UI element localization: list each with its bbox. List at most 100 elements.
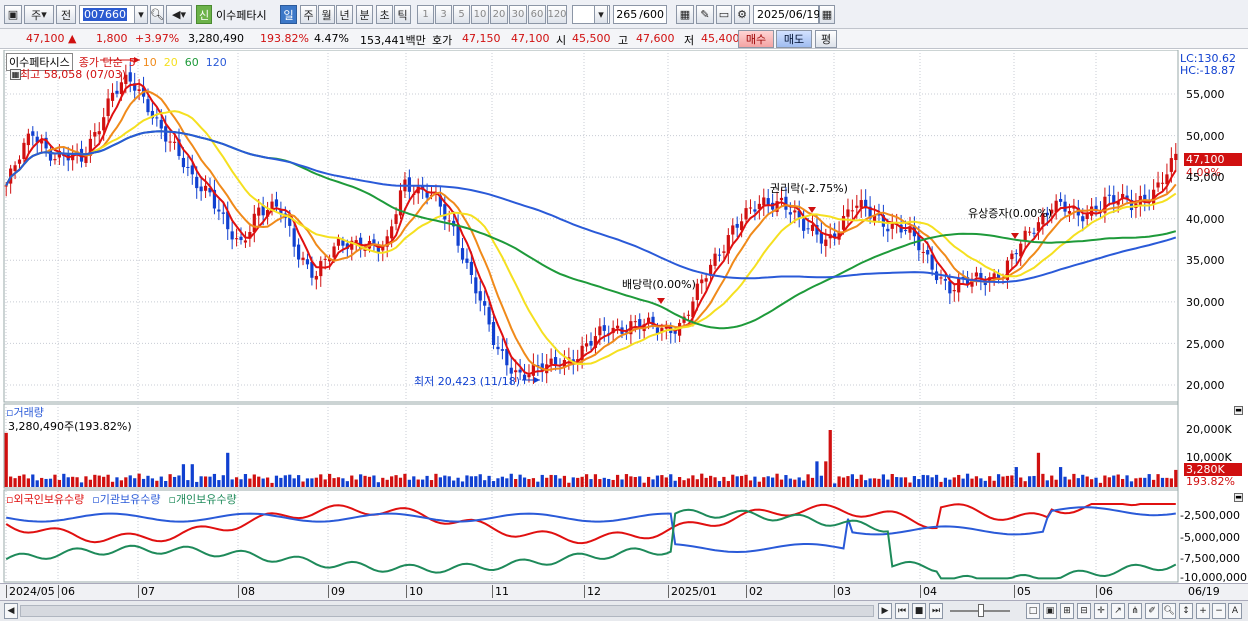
volume-bar-177 <box>788 478 792 487</box>
candle-body-162 <box>722 251 726 253</box>
holdings-legend-1: ▫기관보유수량 <box>92 493 161 506</box>
x-label-4: 09 <box>328 585 345 598</box>
volume-bar-36 <box>164 480 168 487</box>
layout3-icon[interactable]: ⊟ <box>1077 603 1091 619</box>
candle-body-2 <box>13 165 17 172</box>
scroll-left-icon[interactable]: ◀ <box>4 603 18 619</box>
buy-button[interactable]: 매수 <box>738 30 774 48</box>
volume-bar-130 <box>580 476 584 487</box>
period-6-button[interactable]: 틱 <box>394 5 411 24</box>
font-icon[interactable]: A <box>1228 603 1242 619</box>
candle-body-165 <box>735 223 739 228</box>
period-1-button[interactable]: 주 <box>300 5 317 24</box>
new-badge-label: 신 <box>198 8 210 22</box>
x-label-0: 2024/05 <box>6 585 55 598</box>
volume-bar-27 <box>124 477 128 487</box>
interval-dropdown-icon[interactable]: ▾ <box>594 5 608 24</box>
volume-bar-19 <box>88 479 93 487</box>
volume-bar-164 <box>731 474 735 487</box>
volume-bar-163 <box>726 481 730 487</box>
volume-bar-12 <box>57 479 61 487</box>
candle-body-91 <box>407 177 411 192</box>
eval-button[interactable]: 평 <box>815 30 837 48</box>
date-input[interactable]: 2025/06/19 <box>753 5 820 24</box>
sound-icon[interactable]: ◀▾ <box>166 5 192 24</box>
sell-button[interactable]: 매도 <box>776 30 812 48</box>
interval-30-button[interactable]: 30 <box>509 5 527 24</box>
code-input[interactable]: 007660 <box>79 5 135 24</box>
candle-body-43 <box>195 176 199 189</box>
minus-icon[interactable]: − <box>1212 603 1226 619</box>
holdings-panel-close-icon[interactable]: ▬ <box>1234 493 1243 502</box>
interval-20-button[interactable]: 20 <box>490 5 508 24</box>
candle-body-71 <box>319 261 323 277</box>
tool-icon[interactable]: ✎ <box>696 5 714 24</box>
zoom-out-icon[interactable]: ↕ <box>1179 603 1193 619</box>
volume-panel-close-icon[interactable]: ▬ <box>1234 406 1243 415</box>
scroll-track[interactable] <box>20 605 874 617</box>
code-dropdown-icon[interactable]: ▾ <box>134 5 148 24</box>
trend-icon[interactable]: ↗ <box>1111 603 1125 619</box>
interval-10-button[interactable]: 10 <box>471 5 489 24</box>
chart-type-icon[interactable]: ▦ <box>676 5 694 24</box>
volume-bar-143 <box>638 476 642 487</box>
count-input[interactable]: 265/600 <box>613 5 667 24</box>
period-5-button[interactable]: 초 <box>376 5 393 24</box>
period-2-button[interactable]: 월 <box>318 5 335 24</box>
search-icon[interactable]: 🔍︎ <box>150 5 164 24</box>
candle-body-264 <box>1174 153 1178 160</box>
zoom-in-icon[interactable]: □ <box>1026 603 1040 619</box>
period-4-button[interactable]: 분 <box>356 5 373 24</box>
calendar-icon[interactable]: ▦ <box>819 5 835 24</box>
volume-bar-213 <box>948 479 952 487</box>
fib-icon[interactable]: ⋔ <box>1128 603 1142 619</box>
prev-button[interactable]: 전 <box>56 5 76 24</box>
market-select[interactable]: 주 ▾ <box>24 5 54 24</box>
volume-bar-9 <box>44 478 48 487</box>
price-chart[interactable] <box>0 50 1248 602</box>
candle-body-180 <box>802 219 806 231</box>
volume-bar-113 <box>505 478 509 487</box>
buy-label: 매수 <box>745 33 767 46</box>
copy-icon[interactable]: ▣ <box>1043 603 1057 619</box>
volume-bar-86 <box>385 479 389 487</box>
layout2-icon[interactable]: ⊞ <box>1060 603 1074 619</box>
chart-area[interactable]: 이수페타시스 종가 단순 5 10 20 60 120 ▦ 최고 58,058 (07/… <box>0 50 1248 602</box>
x-label-5: 10 <box>406 585 423 598</box>
candle-body-200 <box>890 223 894 229</box>
first-icon[interactable]: ⏮ <box>895 603 909 619</box>
volume-bar-200 <box>890 473 894 487</box>
candle-body-184 <box>819 232 823 244</box>
volume-bar-4 <box>22 474 26 487</box>
draw-icon[interactable]: ✐ <box>1145 603 1159 619</box>
interval-120-button[interactable]: 120 <box>547 5 567 24</box>
interval-5-button[interactable]: 5 <box>453 5 470 24</box>
candle-body-30 <box>137 89 141 91</box>
zoom-slider[interactable] <box>950 604 1010 617</box>
save-icon[interactable]: ▭ <box>716 5 732 24</box>
crosshair-icon[interactable]: ✛ <box>1094 603 1108 619</box>
period-0-button[interactable]: 일 <box>280 5 297 24</box>
period-3-button[interactable]: 년 <box>336 5 353 24</box>
volume-pct: 193.82% <box>260 32 309 45</box>
interval-1-button[interactable]: 1 <box>417 5 434 24</box>
magnify-icon[interactable]: 🔍︎ <box>1162 603 1176 619</box>
volume-bar-173 <box>771 477 775 487</box>
play-icon[interactable]: ■ <box>912 603 926 619</box>
settings-icon[interactable]: ⚙ <box>734 5 750 24</box>
volume-bar-94 <box>421 479 425 487</box>
price: 47,100 ▲ <box>26 32 76 45</box>
volume-bar-205 <box>912 476 917 487</box>
hoga-label: 호가 <box>432 34 453 47</box>
layout-icon[interactable]: ▣ <box>4 5 22 24</box>
volume-bar-103 <box>460 481 465 487</box>
volume-bar-3 <box>17 475 22 487</box>
interval-60-button[interactable]: 60 <box>528 5 546 24</box>
volume-bar-122 <box>545 477 549 487</box>
volume-bar-30 <box>137 473 141 487</box>
next-icon[interactable]: ⏭ <box>929 603 943 619</box>
open-price: 45,500 <box>572 32 611 45</box>
interval-3-button[interactable]: 3 <box>435 5 452 24</box>
plus-icon[interactable]: + <box>1196 603 1210 619</box>
scroll-right-icon[interactable]: ▶ <box>878 603 892 619</box>
